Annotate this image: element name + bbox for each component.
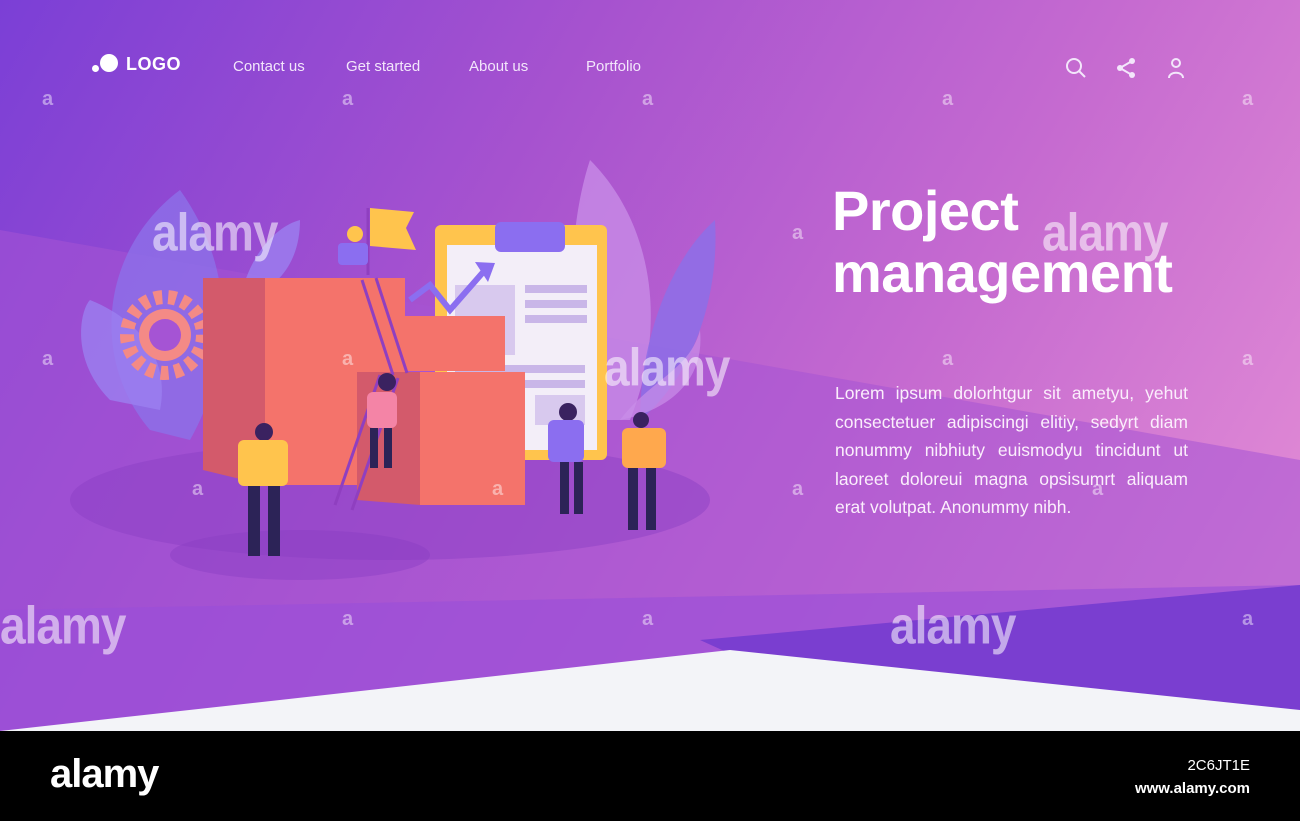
nav-portfolio[interactable]: Portfolio [586, 58, 641, 75]
share-icon[interactable] [1114, 56, 1138, 80]
title-line-1: Project [832, 179, 1019, 242]
nav-get-started[interactable]: Get started [346, 58, 420, 75]
search-icon[interactable] [1064, 56, 1088, 80]
hero-section: LOGO Contact us Get started About us Por… [0, 0, 1300, 731]
nav-contact-us[interactable]: Contact us [233, 58, 305, 75]
nav-about-us[interactable]: About us [469, 58, 528, 75]
background-illustration [0, 160, 1300, 731]
stock-footer-bar [0, 731, 1300, 821]
hero-description: Lorem ipsum dolorhtgur sit ametyu, yehut… [835, 383, 1188, 518]
logo-mark-icon [92, 52, 120, 76]
logo[interactable]: LOGO [92, 52, 181, 76]
image-id: 2C6JT1E [1187, 757, 1250, 774]
user-icon[interactable] [1164, 56, 1188, 80]
page-title: Project management [832, 180, 1252, 304]
stock-brand-logo[interactable]: alamy [50, 752, 159, 797]
title-line-2: management [832, 241, 1173, 304]
header-icons [1064, 56, 1188, 80]
stock-url[interactable]: www.alamy.com [1135, 780, 1250, 797]
logo-text: LOGO [126, 53, 181, 74]
